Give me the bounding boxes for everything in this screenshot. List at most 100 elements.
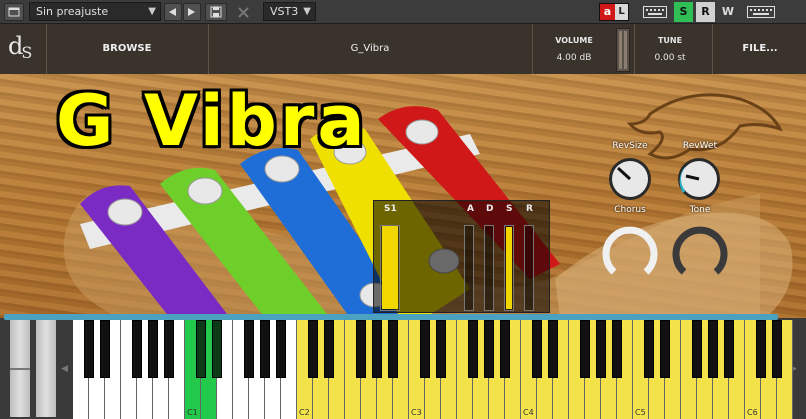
chorus-knob[interactable] [600,222,660,282]
black-key[interactable] [500,320,510,378]
s1-slider[interactable] [380,225,400,311]
prev-preset-button[interactable] [164,3,182,21]
bypass-toggle[interactable]: a L [599,3,629,21]
triangle-right-icon [188,8,195,16]
keyboard-icon [643,6,667,18]
black-key[interactable] [132,320,142,378]
tone-label: Tone [689,205,711,215]
black-key[interactable] [436,320,446,378]
volume-meter [616,28,630,72]
pitch-wheel[interactable] [10,320,30,417]
black-key[interactable] [724,320,734,378]
preset-select[interactable]: Sin preajuste ▼ [29,2,161,21]
volume-value[interactable]: 4.00 dB [540,53,608,63]
black-key[interactable] [548,320,558,378]
release-slider[interactable] [524,225,534,311]
format-select[interactable]: VST3 ▼ [263,2,316,21]
plugin-window: Sin preajuste ▼ VST3 ▼ a L S R W dS BROW… [0,0,806,419]
save-icon [210,6,222,18]
black-key[interactable] [756,320,766,378]
triangle-left-icon [169,8,176,16]
black-key[interactable] [164,320,174,378]
revsize-label: RevSize [612,141,648,151]
black-key[interactable] [580,320,590,378]
revwet-label: RevWet [682,141,718,151]
w-button[interactable]: W [718,2,738,22]
black-key[interactable] [356,320,366,378]
tune-value[interactable]: 0.00 st [640,53,700,63]
delete-preset-button[interactable] [232,3,254,21]
attack-label: A [467,204,474,214]
mod-wheel[interactable] [36,320,56,417]
black-key[interactable] [708,320,718,378]
volume-label: VOLUME [555,36,593,45]
black-key[interactable] [84,320,94,378]
toggle-l-label: L [615,4,628,20]
chorus-label: Chorus [614,205,646,215]
black-key[interactable] [100,320,110,378]
divider [634,24,635,74]
format-value: VST3 [270,5,299,18]
note-label: C3 [411,408,422,417]
black-key[interactable] [212,320,222,378]
black-key[interactable] [196,320,206,378]
note-label: C4 [523,408,534,417]
divider [208,24,209,74]
next-preset-button[interactable] [183,3,201,21]
black-key[interactable] [148,320,158,378]
r-button[interactable]: R [696,2,715,22]
tone-knob[interactable] [670,222,730,282]
instrument-stage: G Vibra RevSize RevWet Chorus Tone S1 A … [0,74,806,318]
revsize-knob[interactable] [607,156,653,202]
black-key[interactable] [612,320,622,378]
black-key[interactable] [596,320,606,378]
piano-keyboard[interactable]: C1 C2 C3 C4 C5 C6 [61,320,793,419]
keyboard-zone: ◀ ▶ C1 C2 C3 C4 C5 C6 [0,314,806,419]
black-key[interactable] [388,320,398,378]
plugin-header: dS BROWSE G_Vibra VOLUME 4.00 dB TUNE 0.… [0,24,806,74]
decay-slider[interactable] [484,225,494,311]
save-preset-button[interactable] [205,3,227,21]
preset-value: Sin preajuste [36,5,109,18]
black-key[interactable] [420,320,430,378]
chevron-down-icon: ▼ [303,6,311,17]
envelope-panel: S1 A D S R [373,200,550,313]
revwet-knob[interactable] [676,156,722,202]
black-key[interactable] [308,320,318,378]
window-menu-button[interactable] [4,3,24,21]
s-button[interactable]: S [674,2,693,22]
black-key[interactable] [660,320,670,378]
chevron-down-icon: ▼ [148,6,156,17]
black-key[interactable] [372,320,382,378]
keyboard-mapping-button[interactable] [641,4,669,20]
divider [46,24,47,74]
black-key[interactable] [692,320,702,378]
black-key[interactable] [244,320,254,378]
black-key[interactable] [276,320,286,378]
black-key[interactable] [324,320,334,378]
s1-label: S1 [384,204,397,214]
window-icon [8,7,20,17]
divider [712,24,713,74]
file-menu-button[interactable]: FILE... [730,43,790,54]
browse-button[interactable]: BROWSE [90,43,164,54]
instrument-title: G Vibra [56,80,368,162]
black-key[interactable] [532,320,542,378]
black-key[interactable] [260,320,270,378]
note-label: C6 [747,408,758,417]
host-toolbar: Sin preajuste ▼ VST3 ▼ a L S R W [0,0,806,24]
logo-d: d [8,32,23,60]
divider [532,24,533,74]
sustain-label: S [506,204,513,214]
note-label: C5 [635,408,646,417]
toggle-a-label: a [600,4,615,20]
black-key[interactable] [468,320,478,378]
sustain-slider[interactable] [504,225,514,311]
black-key[interactable] [644,320,654,378]
release-label: R [526,204,533,214]
computer-keyboard-button[interactable] [745,4,777,20]
attack-slider[interactable] [464,225,474,311]
logo-s: S [21,43,32,62]
black-key[interactable] [484,320,494,378]
black-key[interactable] [772,320,782,378]
